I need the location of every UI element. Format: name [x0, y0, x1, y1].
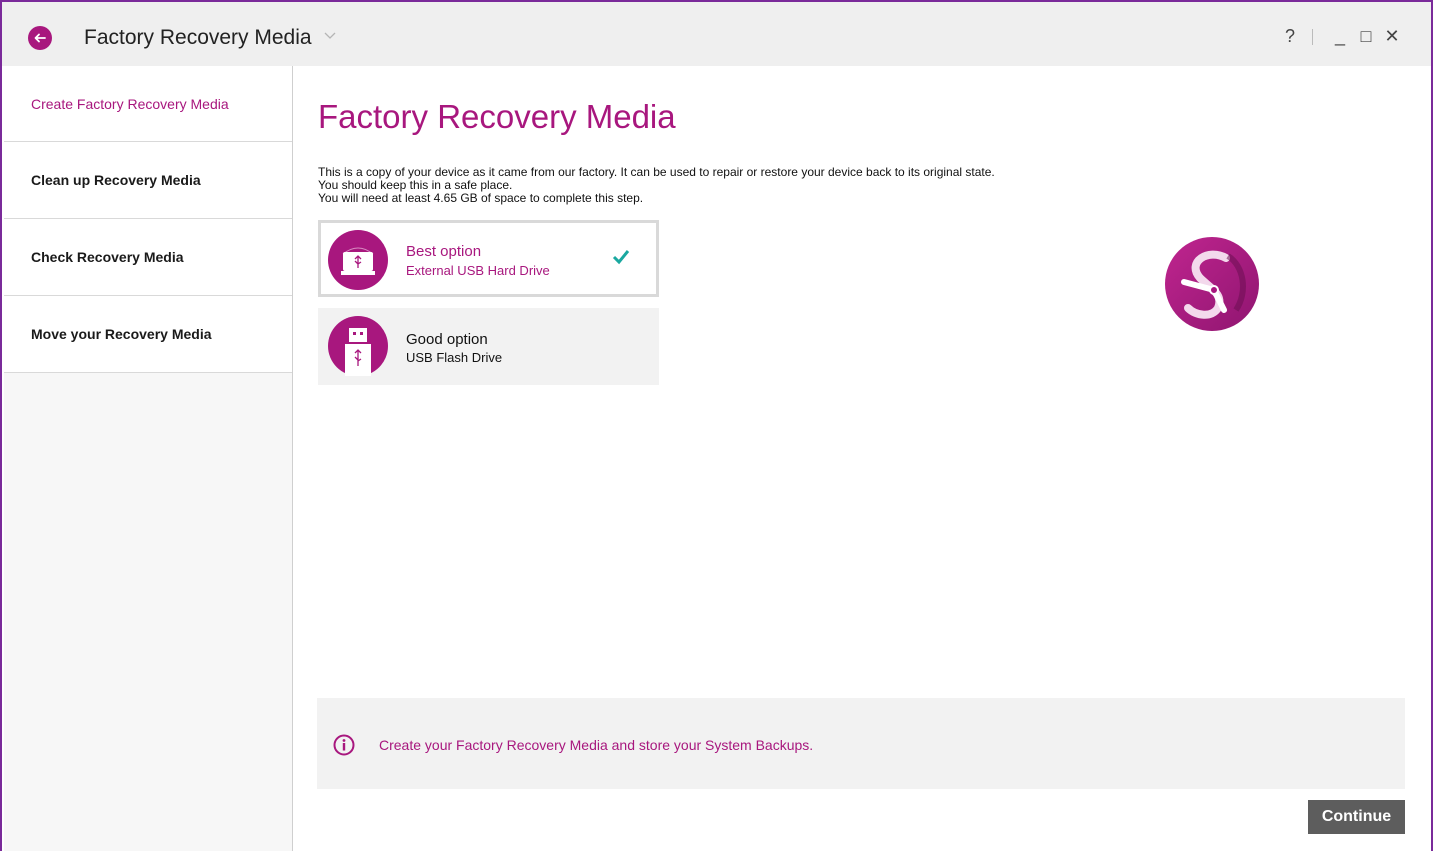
app-logo-icon	[1165, 237, 1259, 331]
chevron-down-icon[interactable]	[324, 31, 336, 43]
sidebar: Create Factory Recovery Media Clean up R…	[4, 66, 293, 851]
app-window: Factory Recovery Media ? _ □ ✕ Create Fa…	[0, 0, 1433, 851]
option-title: Good option	[406, 331, 488, 348]
usb-flash-drive-icon	[328, 316, 388, 376]
minimize-button[interactable]: _	[1327, 26, 1353, 47]
continue-button[interactable]: Continue	[1308, 800, 1405, 834]
info-bar: Create your Factory Recovery Media and s…	[317, 698, 1405, 789]
sidebar-item-label: Check Recovery Media	[31, 249, 184, 265]
page-title: Factory Recovery Media	[318, 98, 676, 135]
sidebar-item-check[interactable]: Check Recovery Media	[4, 219, 292, 296]
arrow-left-icon	[34, 33, 46, 43]
info-icon	[333, 734, 355, 756]
title-bar: Factory Recovery Media ? _ □ ✕	[2, 0, 1431, 66]
help-button[interactable]: ?	[1280, 26, 1300, 47]
window-controls: ? _ □ ✕	[1280, 26, 1405, 47]
sidebar-item-label: Move your Recovery Media	[31, 326, 212, 342]
maximize-button[interactable]: □	[1353, 26, 1379, 47]
info-message: Create your Factory Recovery Media and s…	[379, 737, 814, 753]
option-good[interactable]: Good option USB Flash Drive	[318, 308, 659, 385]
option-title: Best option	[406, 243, 482, 260]
divider	[1312, 28, 1313, 45]
checkmark-icon	[612, 250, 630, 265]
window-title: Factory Recovery Media	[84, 26, 312, 49]
option-subtitle: External USB Hard Drive	[406, 263, 550, 278]
sidebar-item-clean-up[interactable]: Clean up Recovery Media	[4, 142, 292, 219]
close-button[interactable]: ✕	[1379, 26, 1405, 47]
option-best[interactable]: Best option External USB Hard Drive	[318, 220, 659, 297]
sidebar-item-label: Create Factory Recovery Media	[31, 96, 229, 112]
option-subtitle: USB Flash Drive	[406, 350, 503, 365]
usb-hard-drive-icon	[328, 230, 388, 290]
description-line: You will need at least 4.65 GB of space …	[318, 191, 644, 205]
main-content: Factory Recovery Media This is a copy of…	[294, 66, 1429, 851]
sidebar-item-label: Clean up Recovery Media	[31, 172, 201, 188]
description: This is a copy of your device as it came…	[318, 166, 995, 205]
back-button[interactable]	[28, 26, 52, 50]
sidebar-item-move[interactable]: Move your Recovery Media	[4, 296, 292, 373]
sidebar-item-create[interactable]: Create Factory Recovery Media	[4, 66, 292, 142]
